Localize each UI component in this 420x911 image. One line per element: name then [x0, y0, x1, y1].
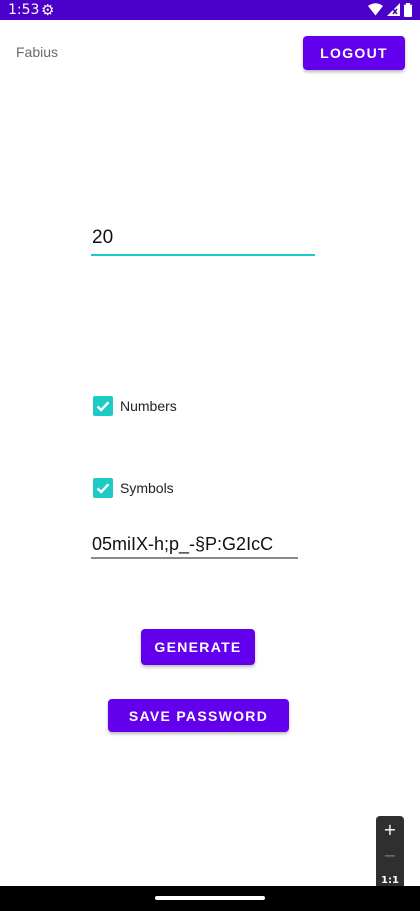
generated-password-field[interactable]: 05miIX-h;p_-§P:G2IcC — [91, 533, 298, 559]
zoom-in-button[interactable]: + — [376, 820, 404, 839]
save-password-button[interactable]: SAVE PASSWORD — [108, 699, 289, 732]
numbers-label: Numbers — [120, 398, 177, 414]
numbers-option[interactable]: Numbers — [93, 396, 177, 416]
checkmark-icon — [96, 401, 110, 412]
home-handle[interactable] — [155, 896, 265, 900]
generated-password-value: 05miIX-h;p_-§P:G2IcC — [92, 534, 274, 554]
status-time: 1:53 — [8, 2, 40, 18]
generate-button[interactable]: GENERATE — [141, 629, 255, 665]
settings-icon: ⚙ — [41, 1, 55, 19]
logout-button[interactable]: LOGOUT — [303, 36, 405, 70]
no-signal-icon — [387, 3, 400, 16]
checkmark-icon — [96, 483, 110, 494]
symbols-option[interactable]: Symbols — [93, 478, 174, 498]
password-length-field[interactable]: 20 — [91, 222, 315, 256]
battery-icon — [404, 3, 412, 17]
navigation-bar — [0, 886, 420, 911]
status-icons — [368, 3, 412, 17]
numbers-checkbox[interactable] — [93, 396, 113, 416]
password-length-value: 20 — [92, 227, 114, 248]
status-bar: 1:53 ⚙ — [0, 0, 420, 20]
zoom-reset-button[interactable]: 1:1 — [376, 875, 404, 886]
username-label: Fabius — [16, 44, 59, 60]
wifi-icon — [368, 3, 383, 16]
symbols-checkbox[interactable] — [93, 478, 113, 498]
zoom-out-button[interactable]: − — [376, 846, 404, 865]
symbols-label: Symbols — [120, 480, 174, 496]
